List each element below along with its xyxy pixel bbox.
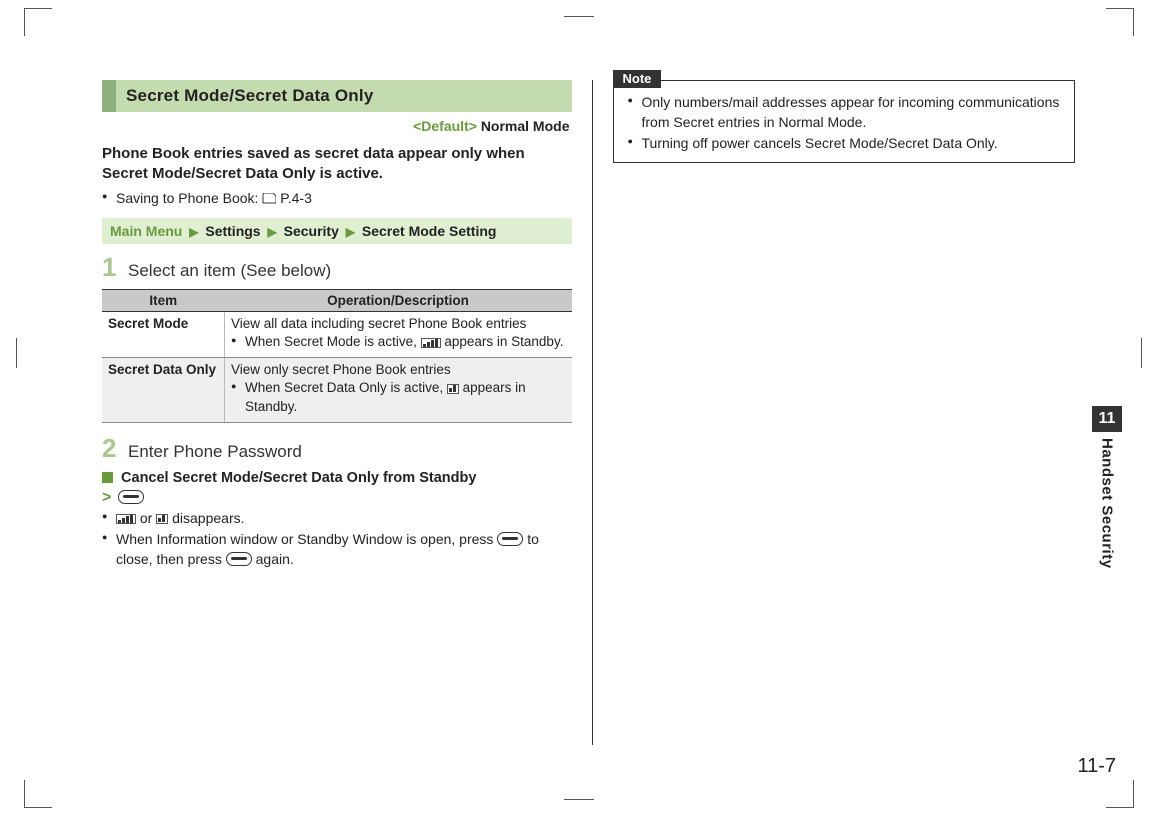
secret-data-only-indicator-icon	[156, 514, 168, 524]
section-header: Secret Mode/Secret Data Only	[102, 80, 572, 112]
end-call-key-icon	[118, 490, 144, 504]
chevron-right-icon: ▶	[264, 225, 279, 239]
cropmark-right-center-icon	[1141, 338, 1158, 368]
end-call-key-icon	[226, 552, 252, 566]
chapter-label: Handset Security	[1099, 438, 1116, 569]
cancel-heading: Cancel Secret Mode/Secret Data Only from…	[102, 470, 572, 486]
step-number: 2	[102, 435, 126, 461]
cancel-bullet-1: or disappears.	[102, 509, 572, 529]
default-label: <Default>	[413, 118, 477, 134]
secret-mode-indicator-icon	[116, 514, 136, 524]
crumb-secret-mode-setting: Secret Mode Setting	[362, 223, 497, 239]
chevron-right-icon: ▶	[186, 225, 201, 239]
table-desc: View only secret Phone Book entries When…	[225, 358, 572, 422]
cropmark-top-center-icon	[564, 0, 594, 17]
crumb-security: Security	[284, 223, 339, 239]
table-head-desc: Operation/Description	[225, 290, 572, 312]
chapter-number: 11	[1092, 406, 1122, 432]
cancel-bullet-2: When Information window or Standby Windo…	[102, 530, 572, 569]
crumb-main-menu: Main Menu	[110, 223, 182, 239]
table-item: Secret Mode	[102, 312, 225, 358]
mode-table: Item Operation/Description Secret Mode V…	[102, 289, 572, 423]
crumb-settings: Settings	[205, 223, 260, 239]
end-call-key-icon	[497, 532, 523, 546]
section-title: Secret Mode/Secret Data Only	[116, 80, 572, 112]
page-ref-icon	[262, 193, 276, 204]
step-number: 1	[102, 254, 126, 280]
table-row: Secret Mode View all data including secr…	[102, 312, 572, 358]
table-item: Secret Data Only	[102, 358, 225, 422]
secret-data-only-indicator-icon	[447, 384, 459, 394]
menu-breadcrumb: Main Menu ▶ Settings ▶ Security ▶ Secret…	[102, 218, 572, 244]
cropmark-bottom-center-icon	[564, 799, 594, 816]
step-text: Select an item (See below)	[126, 261, 331, 281]
table-desc: View all data including secret Phone Boo…	[225, 312, 572, 358]
square-bullet-icon	[102, 472, 113, 483]
step-2: 2 Enter Phone Password	[102, 435, 572, 462]
page-number: 11-7	[1077, 755, 1116, 778]
note-label: Note	[613, 70, 662, 88]
cancel-action: >	[102, 488, 572, 507]
intro-text: Phone Book entries saved as secret data …	[102, 144, 572, 185]
table-head-item: Item	[102, 290, 225, 312]
secret-mode-indicator-icon	[421, 338, 441, 348]
note-item: Only numbers/mail addresses appear for i…	[628, 93, 1064, 132]
note-box: Note Only numbers/mail addresses appear …	[613, 80, 1075, 163]
table-row: Secret Data Only View only secret Phone …	[102, 358, 572, 422]
step-1: 1 Select an item (See below)	[102, 254, 572, 281]
column-divider	[592, 80, 593, 745]
chevron-right-icon: ▶	[343, 225, 358, 239]
step-text: Enter Phone Password	[126, 442, 302, 462]
note-item: Turning off power cancels Secret Mode/Se…	[628, 134, 1064, 154]
default-value: Normal Mode	[481, 118, 570, 134]
default-mode-line: <Default> Normal Mode	[102, 118, 570, 134]
cropmark-left-center-icon	[0, 338, 17, 368]
chapter-side-tab: 11 Handset Security	[1092, 406, 1122, 569]
intro-bullet: Saving to Phone Book: P.4-3	[102, 189, 572, 209]
chevron-right-icon: >	[102, 489, 111, 506]
